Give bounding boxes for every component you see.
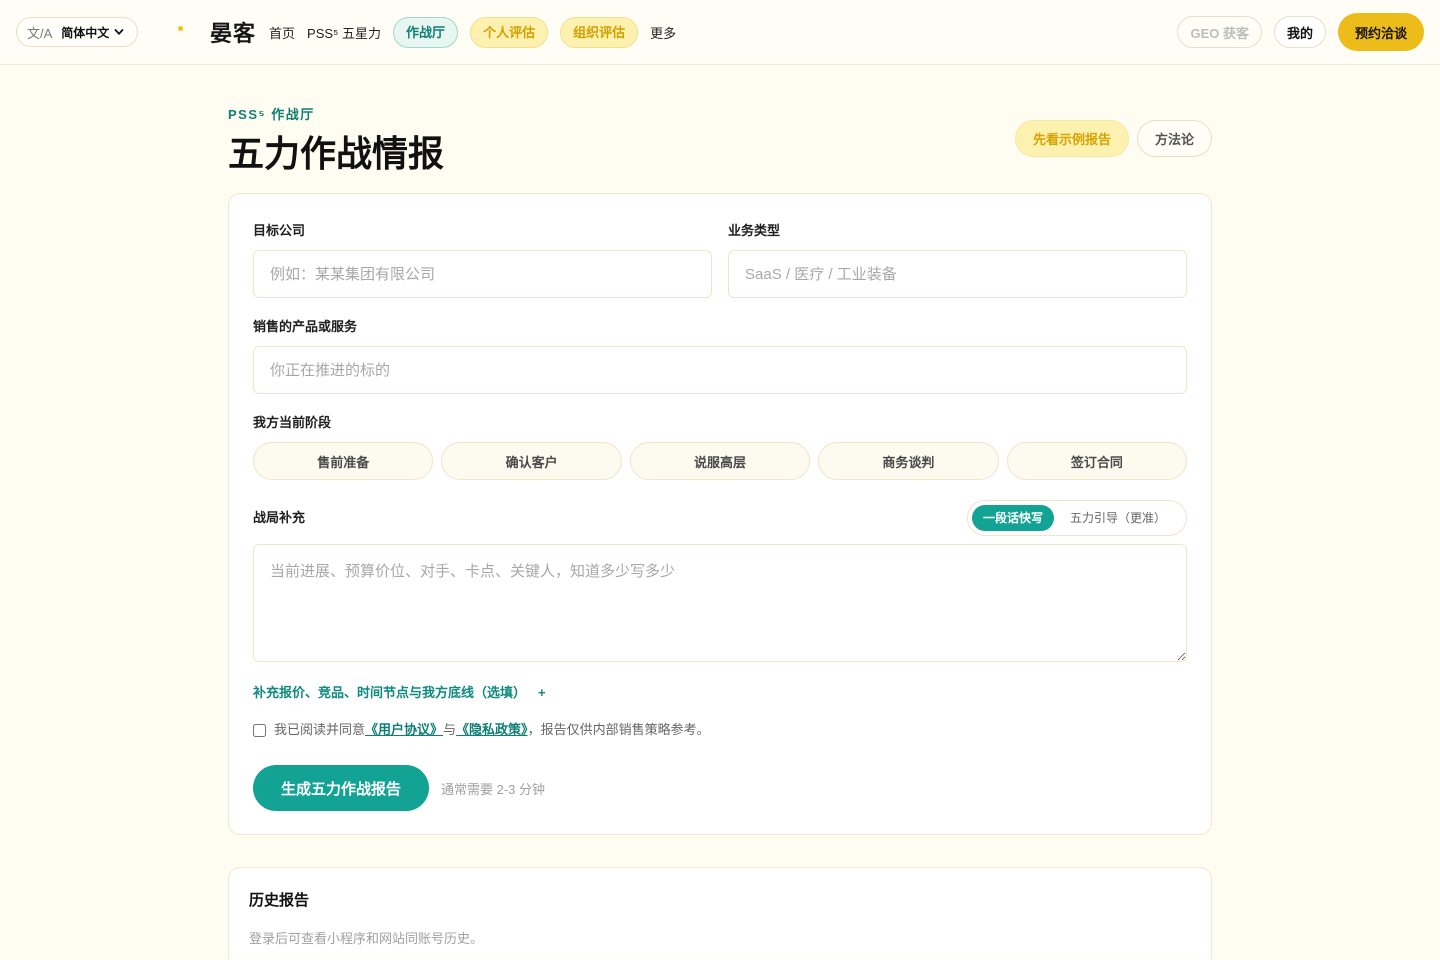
header-actions: GEO 获客 我的 预约洽谈 [1177, 13, 1424, 51]
mode-five-force-guide[interactable]: 五力引导（更准） [1054, 505, 1182, 531]
book-meeting-button[interactable]: 预约洽谈 [1337, 13, 1424, 51]
history-title: 历史报告 [249, 892, 310, 909]
context-label: 战局补充 [253, 510, 306, 525]
geo-leads-button[interactable]: GEO 获客 [1177, 16, 1262, 48]
stage-option-confirm-client[interactable]: 确认客户 [441, 442, 622, 480]
target-company-label: 目标公司 [253, 223, 306, 238]
view-sample-report-button[interactable]: 先看示例报告 [1014, 120, 1129, 157]
stage-field: 我方当前阶段 售前准备 确认客户 说服高层 商务谈判 签订合同 [253, 414, 1188, 480]
generate-report-button[interactable]: 生成五力作战报告 [253, 765, 430, 811]
target-company-input[interactable] [253, 250, 712, 298]
agreement-joiner: 与 [443, 722, 457, 737]
user-agreement-link[interactable]: 《用户协议》 [365, 722, 443, 737]
top-nav-bar: 文/A 简体中文 晏客 首页 PSS⁵ 五星力 作战厅 个人评估 组织评估 更多… [0, 0, 1440, 65]
agreement-row: 我已阅读并同意《用户协议》与《隐私政策》，报告仅供内部销售策略参考。 [253, 721, 1187, 739]
stage-label: 我方当前阶段 [253, 415, 332, 430]
nav-war-room[interactable]: 作战厅 [393, 16, 459, 48]
company-business-row: 目标公司 业务类型 [253, 222, 1187, 298]
stage-option-sign-contract[interactable]: 签订合同 [1006, 442, 1188, 480]
page-hero: PSS⁵ 作战厅 五力作战情报 先看示例报告 方法论 [228, 65, 1212, 176]
generation-time-hint: 通常需要 2-3 分钟 [441, 781, 546, 797]
methodology-button[interactable]: 方法论 [1136, 120, 1212, 157]
context-textarea[interactable] [253, 544, 1187, 662]
nav-more[interactable]: 更多 [650, 23, 676, 42]
plus-icon: + [538, 685, 546, 700]
stage-option-presale[interactable]: 售前准备 [253, 442, 434, 480]
context-header: 战局补充 一段话快写 五力引导（更准） [253, 500, 1187, 536]
brand-dot-icon [178, 25, 183, 31]
agreement-text: 我已阅读并同意《用户协议》与《隐私政策》，报告仅供内部销售策略参考。 [274, 721, 710, 739]
stage-options: 售前准备 确认客户 说服高层 商务谈判 签订合同 [253, 442, 1188, 480]
extra-details-row: 补充报价、竞品、时间节点与我方底线（选填） + [253, 662, 1187, 702]
agreement-checkbox[interactable] [253, 723, 266, 737]
brand-logo[interactable]: 晏客 [210, 16, 256, 48]
business-type-input[interactable] [728, 250, 1187, 298]
nav-org-assessment[interactable]: 组织评估 [560, 16, 639, 48]
main-content: PSS⁵ 作战厅 五力作战情报 先看示例报告 方法论 目标公司 业务类型 销售的… [228, 65, 1212, 959]
agreement-suffix: ，报告仅供内部销售策略参考。 [527, 722, 710, 737]
product-input[interactable] [253, 346, 1187, 394]
translate-icon: 文/A [27, 25, 53, 41]
business-type-label: 业务类型 [728, 223, 781, 238]
stage-option-negotiation[interactable]: 商务谈判 [818, 442, 999, 480]
nav-pss-five-star[interactable]: PSS⁵ 五星力 [307, 23, 381, 42]
history-card: 历史报告 登录后可查看小程序和网站同账号历史。 [228, 867, 1212, 959]
my-account-button[interactable]: 我的 [1273, 16, 1326, 48]
main-nav: 首页 PSS⁵ 五星力 作战厅 个人评估 组织评估 更多 [269, 16, 676, 48]
chevron-down-icon [114, 29, 124, 35]
context-mode-toggle: 一段话快写 五力引导（更准） [966, 500, 1187, 536]
mode-quick-write[interactable]: 一段话快写 [971, 505, 1054, 531]
report-form-card: 目标公司 业务类型 销售的产品或服务 我方当前阶段 售前准备 确认客户 说服高层… [228, 193, 1212, 835]
privacy-policy-link[interactable]: 《隐私政策》 [456, 722, 528, 737]
submit-row: 生成五力作战报告 通常需要 2-3 分钟 [253, 765, 1187, 811]
product-field: 销售的产品或服务 [253, 318, 1187, 394]
extra-details-label: 补充报价、竞品、时间节点与我方底线（选填） [253, 685, 527, 700]
nav-personal-assessment[interactable]: 个人评估 [470, 16, 549, 48]
business-type-field: 业务类型 [728, 222, 1187, 298]
nav-home[interactable]: 首页 [269, 23, 295, 42]
language-current-value: 简体中文 [61, 25, 110, 40]
agreement-prefix: 我已阅读并同意 [274, 722, 366, 737]
product-label: 销售的产品或服务 [253, 319, 358, 334]
language-selector[interactable]: 文/A 简体中文 [16, 17, 138, 47]
extra-details-toggle[interactable]: 补充报价、竞品、时间节点与我方底线（选填） + [253, 684, 546, 702]
target-company-field: 目标公司 [253, 222, 712, 298]
history-empty-text: 登录后可查看小程序和网站同账号历史。 [249, 931, 484, 946]
hero-actions: 先看示例报告 方法论 [1014, 120, 1212, 157]
stage-option-persuade-execs[interactable]: 说服高层 [629, 442, 811, 480]
